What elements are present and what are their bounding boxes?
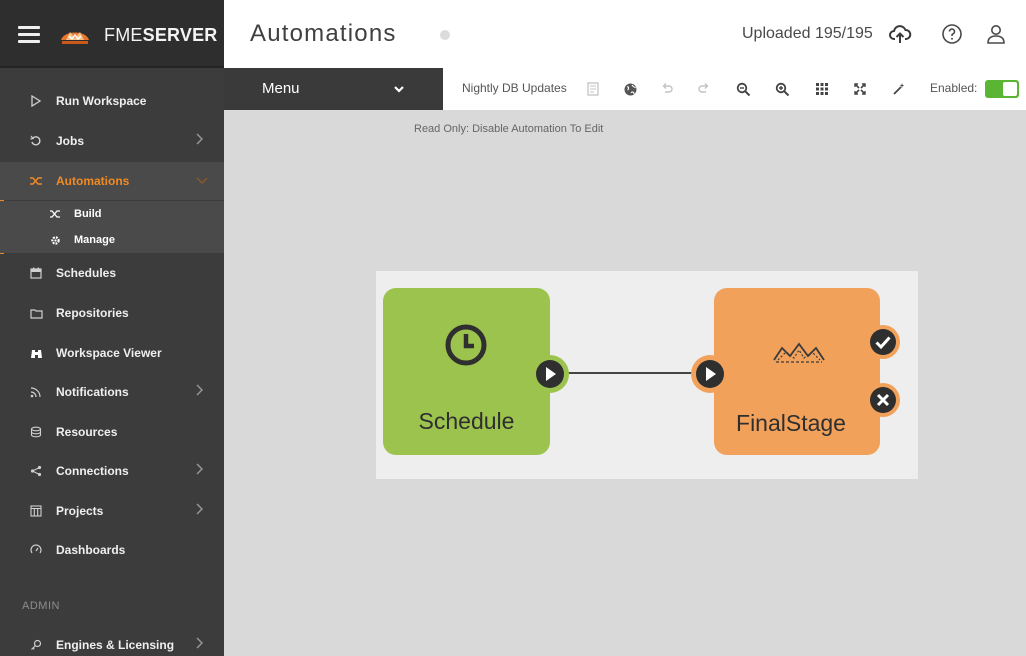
magic-wand-icon[interactable] (890, 80, 908, 98)
gauge-icon (28, 542, 44, 558)
menu-dropdown-label: Menu (262, 80, 300, 97)
node-label: Schedule (418, 408, 515, 434)
key-icon (28, 637, 44, 653)
rss-icon (28, 384, 44, 400)
hamburger-menu-icon[interactable] (18, 24, 42, 44)
sidebar-item-workspace-viewer[interactable]: Workspace Viewer (0, 334, 224, 372)
sidebar-item-dashboards[interactable]: Dashboards (0, 531, 224, 569)
sidebar-item-label: Run Workspace (56, 94, 147, 108)
automation-name: Nightly DB Updates (462, 81, 567, 95)
columns-icon (28, 503, 44, 519)
brand-bar: FMESERVER (0, 0, 224, 68)
gear-icon (48, 233, 62, 247)
sidebar-item-label: Repositories (56, 306, 129, 320)
toggle-knob (1003, 82, 1017, 96)
sidebar-item-label: Automations (56, 174, 130, 188)
sidebar-item-notifications[interactable]: Notifications (0, 373, 224, 411)
sidebar: FMESERVER Run Workspace Jobs Automations (0, 0, 224, 656)
globe-icon[interactable] (621, 80, 639, 98)
history-icon (28, 133, 44, 149)
sidebar-item-label: Connections (56, 464, 129, 478)
sidebar-item-repositories[interactable]: Repositories (0, 294, 224, 332)
sidebar-item-connections[interactable]: Connections (0, 452, 224, 490)
sidebar-item-resources[interactable]: Resources (0, 413, 224, 451)
sidebar-item-label: Workspace Viewer (56, 346, 162, 360)
status-dot (440, 30, 450, 40)
input-port-play-icon[interactable] (690, 354, 730, 394)
zoom-out-icon[interactable] (734, 80, 752, 98)
schedule-trigger-node[interactable]: Schedule (383, 288, 550, 455)
sidebar-item-run-workspace[interactable]: Run Workspace (0, 82, 224, 120)
sidebar-item-label: Dashboards (56, 543, 126, 557)
fme-workspace-icon (773, 342, 825, 363)
user-account-icon[interactable] (984, 22, 1008, 46)
sidebar-item-label: Engines & Licensing (56, 638, 175, 652)
chevron-right-icon (196, 463, 208, 477)
automation-toolbar: Menu Nightly DB Updates Enabled: (224, 68, 1026, 110)
sidebar-item-label: Jobs (56, 134, 85, 148)
brand-name-bold: SERVER (142, 25, 218, 45)
menu-dropdown[interactable]: Menu (224, 68, 443, 110)
sidebar-item-automations[interactable]: Automations (0, 162, 224, 200)
grid-icon[interactable] (813, 80, 831, 98)
brand-name: FMESERVER (104, 25, 218, 46)
notes-icon[interactable] (584, 80, 602, 98)
share-icon (28, 463, 44, 479)
chevron-right-icon (196, 637, 208, 651)
sidebar-item-jobs[interactable]: Jobs (0, 122, 224, 160)
workflow-canvas[interactable]: Read Only: Disable Automation To Edit Sc… (224, 110, 1026, 656)
sidebar-item-engines-licensing[interactable]: Engines & Licensing (0, 626, 224, 656)
enabled-label: Enabled: (930, 81, 978, 95)
workspace-action-node[interactable]: FinalStage (714, 288, 880, 455)
output-port-play-icon[interactable] (530, 354, 570, 394)
cloud-upload-icon[interactable] (888, 22, 912, 46)
calendar-icon (28, 265, 44, 281)
chevron-right-icon (196, 133, 208, 147)
folder-icon (28, 305, 44, 321)
readonly-message: Read Only: Disable Automation To Edit (414, 123, 604, 135)
page-title: Automations (250, 20, 397, 47)
sidebar-item-label: Schedules (56, 266, 117, 280)
zoom-in-icon[interactable] (773, 80, 791, 98)
workflow-diagram: Schedule FinalStage (376, 271, 918, 479)
sidebar-item-label: Resources (56, 425, 118, 439)
fit-to-screen-icon[interactable] (851, 80, 869, 98)
sidebar-item-label: Projects (56, 504, 104, 518)
binoculars-icon (28, 345, 44, 361)
page-header: Automations Uploaded 195/195 (224, 0, 1026, 68)
node-label: FinalStage (736, 410, 846, 436)
chevron-right-icon (196, 503, 208, 517)
enabled-toggle[interactable] (985, 80, 1019, 98)
shuffle-icon (48, 207, 62, 221)
shuffle-icon (28, 173, 44, 189)
undo-icon[interactable] (658, 80, 676, 98)
chevron-down-icon (394, 86, 404, 93)
database-icon (28, 424, 44, 440)
redo-icon[interactable] (695, 80, 713, 98)
chevron-down-icon (196, 173, 208, 187)
sidebar-subitem-manage[interactable]: Manage (0, 227, 224, 253)
brand-name-light: FME (104, 25, 143, 45)
sidebar-subitem-build[interactable]: Build (0, 201, 224, 227)
sidebar-subitem-label: Manage (74, 234, 115, 246)
success-port-check-icon[interactable] (865, 324, 901, 360)
sidebar-subitem-label: Build (74, 208, 102, 220)
sidebar-section-admin: ADMIN (22, 600, 60, 612)
help-icon[interactable] (940, 22, 964, 46)
sidebar-item-schedules[interactable]: Schedules (0, 254, 224, 292)
sidebar-item-label: Notifications (56, 385, 129, 399)
fme-logo-icon (61, 32, 89, 44)
play-outline-icon (28, 93, 44, 109)
chevron-right-icon (196, 384, 208, 398)
failure-port-close-icon[interactable] (865, 382, 901, 418)
clock-icon (445, 324, 487, 366)
sidebar-item-projects[interactable]: Projects (0, 492, 224, 530)
upload-status: Uploaded 195/195 (742, 25, 873, 42)
